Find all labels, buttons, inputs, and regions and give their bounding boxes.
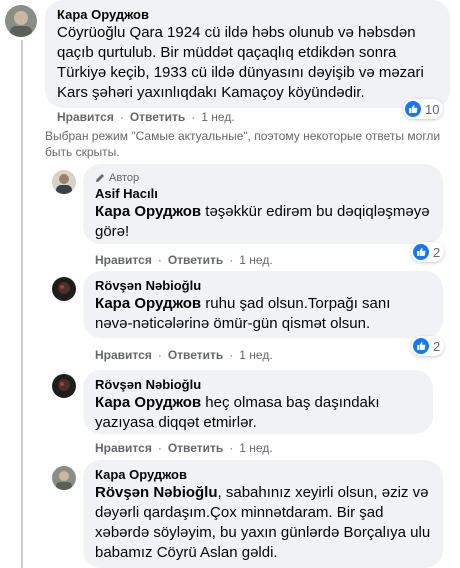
comment-bubble: Rövşən Nəbioğlu Кара Оруджов ruhu şad ol… bbox=[83, 271, 443, 338]
hidden-replies-notice: Выбран режим "Самые актуальные", поэтому… bbox=[45, 129, 441, 159]
reply-2: Rövşən Nəbioğlu Кара Оруджов ruhu şad ol… bbox=[0, 271, 460, 362]
comment-text: Rövşən Nəbioğlu, sabahınız xeyirli olsun… bbox=[95, 484, 431, 561]
like-button[interactable]: Нравится bbox=[95, 441, 152, 455]
reaction-count: 10 bbox=[425, 101, 440, 117]
mention-link[interactable]: Кара Оруджов bbox=[95, 203, 201, 220]
comment-text: Кара Оруджов təşəkkür edirəm bu dəqiqləş… bbox=[95, 203, 430, 240]
avatar[interactable] bbox=[52, 170, 76, 194]
comment-actions: Нравится · Ответить · 1 нед. bbox=[95, 348, 273, 362]
reaction-count-badge[interactable]: 2 bbox=[411, 242, 445, 262]
reply-button[interactable]: Ответить bbox=[168, 441, 223, 455]
reply-3: Rövşən Nəbioğlu Кара Оруджов heç olmasa … bbox=[0, 366, 460, 456]
comment-author[interactable]: Кара Оруджов bbox=[57, 7, 438, 23]
comment-text: Cöyrüoğlu Qara 1924 cü ildə həbs olunub … bbox=[57, 24, 424, 101]
comment-author[interactable]: Rövşən Nəbioğlu bbox=[95, 377, 421, 393]
timestamp[interactable]: 1 нед. bbox=[201, 110, 234, 124]
mention-link[interactable]: Rövşən Nəbioğlu bbox=[95, 484, 218, 501]
comment-actions: Нравится · Ответить · 1 нед. bbox=[57, 110, 235, 124]
reply-1: Автор Asif Hacılı Кара Оруджов təşəkkür … bbox=[0, 164, 460, 267]
mention-link[interactable]: Кара Оруджов bbox=[95, 295, 201, 312]
comment-author[interactable]: Rövşən Nəbioğlu bbox=[95, 278, 431, 294]
author-badge: Автор bbox=[95, 171, 431, 185]
comment-author[interactable]: Asif Hacılı bbox=[95, 186, 431, 202]
reply-button[interactable]: Ответить bbox=[168, 348, 223, 362]
timestamp[interactable]: 1 нед. bbox=[239, 441, 272, 455]
comment-bubble: Кара Оруджов Cöyrüoğlu Qara 1924 cü ildə… bbox=[45, 0, 450, 108]
reaction-count: 2 bbox=[433, 244, 441, 260]
like-icon bbox=[413, 338, 429, 354]
comment-bubble: Кара Оруджов Rövşən Nəbioğlu, sabahınız … bbox=[83, 460, 443, 568]
comment-actions: Нравится · Ответить · 1 нед. bbox=[95, 253, 273, 267]
comment-actions: Нравится · Ответить · 1 нед. bbox=[95, 441, 273, 455]
comment-bubble: Автор Asif Hacılı Кара Оруджов təşəkkür … bbox=[83, 164, 443, 244]
reaction-count-badge[interactable]: 10 bbox=[403, 99, 444, 119]
timestamp[interactable]: 1 нед. bbox=[239, 253, 272, 267]
comment-main: Кара Оруджов Cöyrüoğlu Qara 1924 cü ildə… bbox=[0, 0, 460, 128]
pencil-icon bbox=[96, 174, 104, 182]
mention-link[interactable]: Кара Оруджов bbox=[95, 394, 201, 411]
avatar[interactable] bbox=[52, 277, 76, 301]
like-icon bbox=[405, 101, 421, 117]
like-button[interactable]: Нравится bbox=[95, 253, 152, 267]
comment-author[interactable]: Кара Оруджов bbox=[95, 467, 431, 483]
like-button[interactable]: Нравится bbox=[95, 348, 152, 362]
reaction-count: 2 bbox=[433, 338, 441, 354]
reaction-count-badge[interactable]: 2 bbox=[411, 336, 445, 356]
reply-button[interactable]: Ответить bbox=[130, 110, 185, 124]
like-icon bbox=[413, 244, 429, 260]
comment-text: Кара Оруджов heç olmasa baş daşındakı ya… bbox=[95, 394, 380, 431]
like-button[interactable]: Нравится bbox=[57, 110, 114, 124]
avatar[interactable] bbox=[52, 466, 76, 490]
comment-text: Кара Оруджов ruhu şad olsun.Torpağı sanı… bbox=[95, 295, 391, 332]
reply-4: Кара Оруджов Rövşən Nəbioğlu, sabahınız … bbox=[0, 460, 460, 568]
timestamp[interactable]: 1 нед. bbox=[239, 348, 272, 362]
avatar[interactable] bbox=[5, 5, 37, 37]
avatar[interactable] bbox=[52, 374, 76, 398]
comment-bubble: Rövşən Nəbioğlu Кара Оруджов heç olmasa … bbox=[83, 370, 433, 434]
reply-button[interactable]: Ответить bbox=[168, 253, 223, 267]
